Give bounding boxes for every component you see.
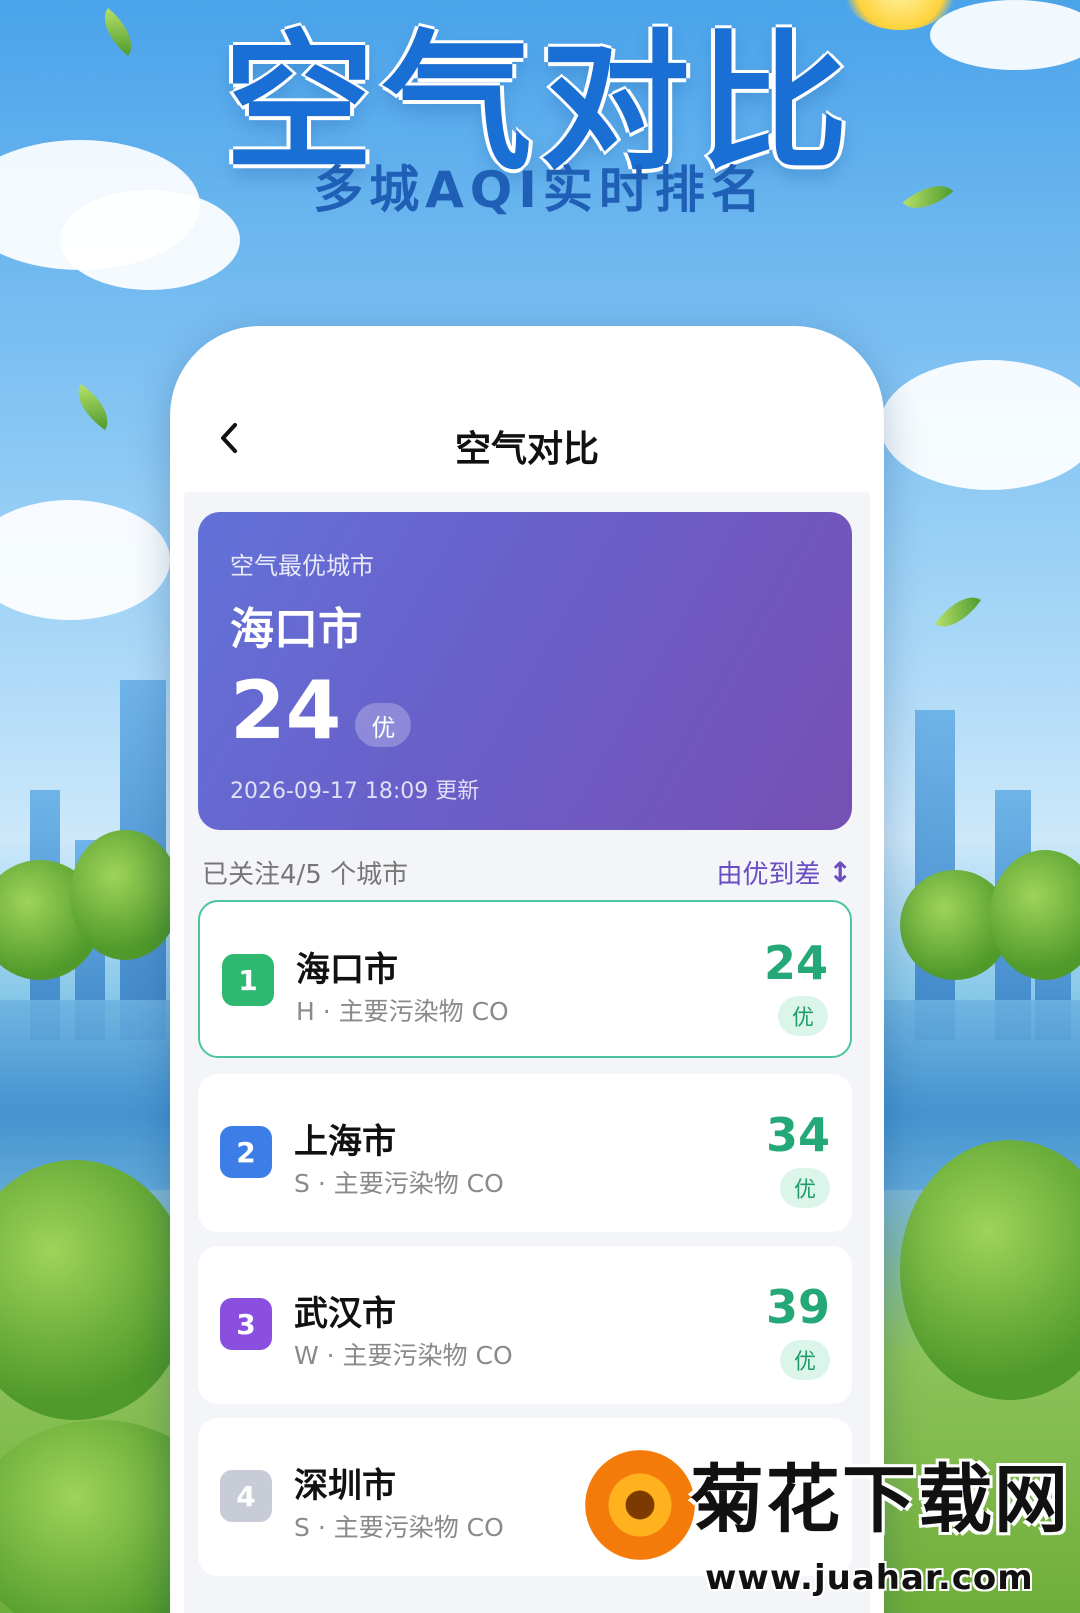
city-name: 武汉市: [294, 1294, 396, 1334]
page-title: 空气对比: [454, 429, 599, 470]
rank-badge: 2: [220, 1126, 272, 1178]
cloud-decoration: [0, 500, 170, 620]
city-aqi-level: 优: [780, 1340, 830, 1380]
city-pollutant: S · 主要污染物 CO: [294, 1169, 504, 1198]
best-city-label: 空气最优城市: [230, 552, 374, 580]
city-aqi: 34: [765, 1108, 830, 1162]
best-aqi-value: 24: [230, 664, 342, 757]
city-row[interactable]: 1 海口市 H · 主要污染物 CO 24 优: [198, 900, 852, 1058]
update-time: 2026-09-17 18:09 更新: [230, 779, 480, 804]
sort-label: 由优到差: [716, 859, 821, 890]
watermark: 菊花下载网 www.juahar.com: [585, 1440, 1080, 1613]
city-name: 海口市: [296, 950, 398, 990]
rank-badge: 4: [220, 1470, 272, 1522]
watermark-title: 菊花下载网: [690, 1457, 1070, 1543]
city-aqi: 24: [763, 936, 828, 990]
leaf-decoration: [67, 383, 119, 431]
city-aqi-level: 优: [778, 996, 828, 1036]
best-aqi-level-badge: 优: [355, 703, 412, 747]
city-row[interactable]: 2 上海市 S · 主要污染物 CO 34 优: [198, 1074, 852, 1232]
cloud-decoration: [880, 360, 1080, 490]
rank-badge: 1: [222, 954, 274, 1006]
city-row[interactable]: 3 武汉市 W · 主要污染物 CO 39 优: [198, 1246, 852, 1404]
promo-subtitle: 多城AQI实时排名: [313, 161, 767, 219]
city-aqi: 39: [765, 1280, 830, 1334]
nav-bar: 空气对比: [170, 406, 884, 476]
city-pollutant: S · 主要污染物 CO: [294, 1513, 504, 1542]
list-header: 已关注4/5 个城市 由优到差 ↕: [202, 852, 852, 892]
city-pollutant: H · 主要污染物 CO: [296, 997, 509, 1026]
best-city-card[interactable]: 空气最优城市 海口市 24 优 2026-09-17 18:09 更新: [198, 512, 852, 830]
best-city-name: 海口市: [230, 604, 362, 655]
followed-count: 已关注4/5 个城市: [202, 859, 409, 890]
leaf-decoration: [934, 586, 982, 638]
sort-arrows-icon: ↕: [828, 855, 852, 889]
sort-toggle[interactable]: 由优到差 ↕: [717, 854, 852, 891]
watermark-url: www.juahar.com: [705, 1558, 1034, 1598]
best-aqi-row: 24 优: [230, 671, 820, 751]
flower-logo-icon: [585, 1450, 695, 1560]
city-pollutant: W · 主要污染物 CO: [294, 1341, 513, 1370]
phone-frame: 空气对比 空气最优城市 海口市 24 优 2026-09-17 18:09 更新…: [170, 326, 884, 1613]
city-name: 深圳市: [294, 1466, 396, 1506]
city-name: 上海市: [294, 1122, 396, 1162]
rank-badge: 3: [220, 1298, 272, 1350]
city-aqi-level: 优: [780, 1168, 830, 1208]
